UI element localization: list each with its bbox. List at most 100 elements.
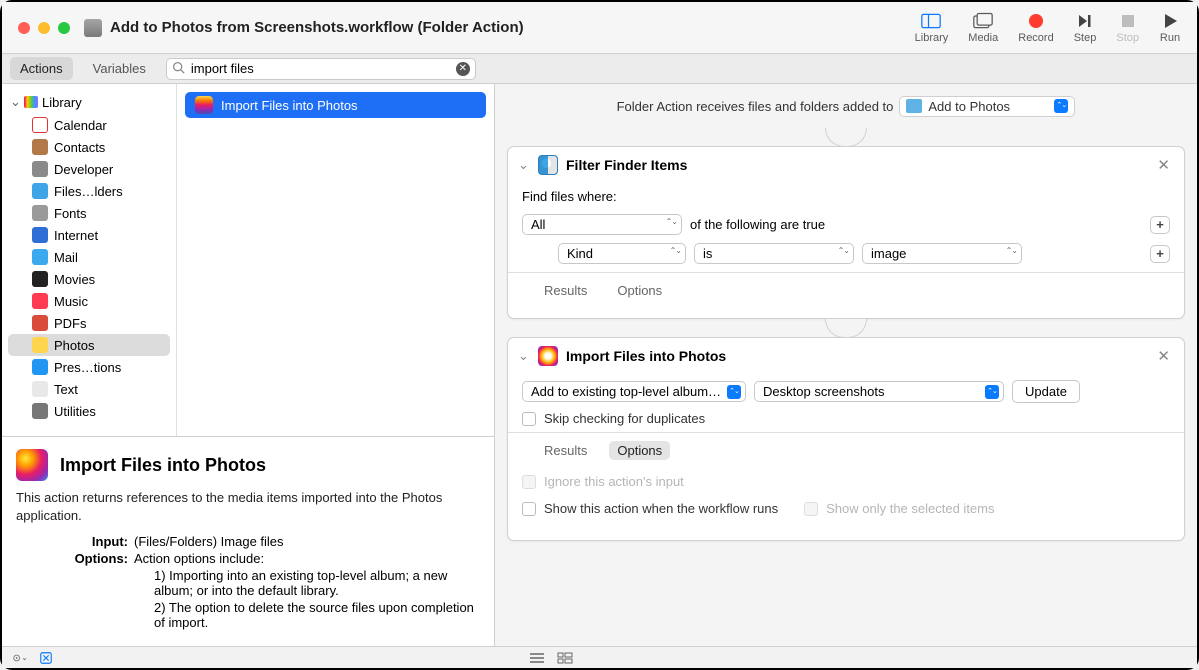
comparison-popup[interactable]: is xyxy=(694,243,854,264)
library-category-fileslders[interactable]: Files…lders xyxy=(2,180,176,202)
info-details: Input: (Files/Folders) Image files Optio… xyxy=(16,534,480,630)
disclosure-triangle-icon[interactable]: ⌄ xyxy=(10,94,20,110)
tab-results[interactable]: Results xyxy=(536,441,595,460)
step-icon xyxy=(1074,12,1096,30)
update-button[interactable]: Update xyxy=(1012,380,1080,403)
category-label: Text xyxy=(54,382,78,397)
finder-app-icon xyxy=(538,155,558,175)
checkbox[interactable] xyxy=(522,502,536,516)
library-tree[interactable]: ⌄ Library Calendar Contacts Developer Files… xyxy=(2,84,177,436)
toolbar-step-button[interactable]: Step xyxy=(1074,12,1097,44)
add-subcondition-button[interactable]: + xyxy=(1150,245,1170,263)
library-category-movies[interactable]: Movies xyxy=(2,268,176,290)
left-column: ⌄ Library Calendar Contacts Developer Files… xyxy=(2,84,495,646)
library-category-fonts[interactable]: Fonts xyxy=(2,202,176,224)
photos-app-icon xyxy=(538,346,558,366)
stop-icon xyxy=(1117,12,1139,30)
category-label: Files…lders xyxy=(54,184,123,199)
checkbox xyxy=(522,475,536,489)
tab-options[interactable]: Options xyxy=(609,281,670,300)
popup-arrows-icon xyxy=(727,385,741,399)
tab-options[interactable]: Options xyxy=(609,441,670,460)
tab-variables[interactable]: Variables xyxy=(83,57,156,80)
status-bar: ⌄ xyxy=(2,646,1197,668)
category-icon xyxy=(32,337,48,353)
action-collapse-toggle[interactable]: ⌄ xyxy=(518,348,530,364)
library-category-contacts[interactable]: Contacts xyxy=(2,136,176,158)
popup-arrows-icon xyxy=(985,385,999,399)
variables-toggle-button[interactable] xyxy=(38,650,54,666)
action-title: Filter Finder Items xyxy=(566,157,1145,173)
workflow-column: Folder Action receives files and folders… xyxy=(495,84,1197,646)
library-category-internet[interactable]: Internet xyxy=(2,224,176,246)
minimize-window-button[interactable] xyxy=(38,22,50,34)
library-category-text[interactable]: Text xyxy=(2,378,176,400)
receives-label: Folder Action receives files and folders… xyxy=(617,99,894,114)
category-label: Mail xyxy=(54,250,78,265)
action-footer-tabs: Results Options xyxy=(522,273,1170,308)
library-category-music[interactable]: Music xyxy=(2,290,176,312)
search-field-wrap: ✕ xyxy=(166,58,476,80)
clear-search-button[interactable]: ✕ xyxy=(456,62,470,76)
action-title: Import Files into Photos xyxy=(566,348,1145,364)
action-remove-button[interactable]: ✕ xyxy=(1153,347,1174,365)
show-selected-checkbox-row: Show only the selected items xyxy=(804,501,994,516)
library-category-prestions[interactable]: Pres…tions xyxy=(2,356,176,378)
toolbar-record-button[interactable]: Record xyxy=(1018,12,1053,44)
titlebar: Add to Photos from Screenshots.workflow … xyxy=(2,2,1197,54)
info-options-intro: Action options include: xyxy=(134,551,480,566)
tab-actions[interactable]: Actions xyxy=(10,57,73,80)
actions-results-list[interactable]: Import Files into Photos xyxy=(177,84,494,436)
category-icon xyxy=(32,315,48,331)
skip-duplicates-checkbox-row[interactable]: Skip checking for duplicates xyxy=(522,411,1170,426)
search-input[interactable] xyxy=(166,58,476,80)
tab-results[interactable]: Results xyxy=(536,281,595,300)
grid-view-button[interactable] xyxy=(557,650,573,666)
library-category-pdfs[interactable]: PDFs xyxy=(2,312,176,334)
action-info-pane: Import Files into Photos This action ret… xyxy=(2,436,494,646)
info-input-value: (Files/Folders) Image files xyxy=(134,534,480,549)
library-category-photos[interactable]: Photos xyxy=(8,334,170,356)
library-category-mail[interactable]: Mail xyxy=(2,246,176,268)
album-name-popup[interactable]: Desktop screenshots xyxy=(754,381,1004,402)
library-category-calendar[interactable]: Calendar xyxy=(2,114,176,136)
album-mode-popup[interactable]: Add to existing top-level album… xyxy=(522,381,746,402)
toolbar-run-button[interactable]: Run xyxy=(1159,12,1181,44)
match-popup[interactable]: All xyxy=(522,214,682,235)
receives-folder-popup[interactable]: Add to Photos xyxy=(899,96,1075,117)
gear-menu-button[interactable]: ⌄ xyxy=(12,650,28,666)
category-label: Calendar xyxy=(54,118,107,133)
sidebar-icon xyxy=(920,12,942,30)
add-condition-button[interactable]: + xyxy=(1150,216,1170,234)
show-when-runs-checkbox-row[interactable]: Show this action when the workflow runs xyxy=(522,501,778,516)
info-option-1: 1) Importing into an existing top-level … xyxy=(134,568,480,598)
checkbox[interactable] xyxy=(522,412,536,426)
library-category-utilities[interactable]: Utilities xyxy=(2,400,176,422)
category-label: Fonts xyxy=(54,206,87,221)
folder-icon xyxy=(906,99,922,113)
library-category-developer[interactable]: Developer xyxy=(2,158,176,180)
action-collapse-toggle[interactable]: ⌄ xyxy=(518,157,530,173)
attribute-popup[interactable]: Kind xyxy=(558,243,686,264)
action-remove-button[interactable]: ✕ xyxy=(1153,156,1174,174)
maximize-window-button[interactable] xyxy=(58,22,70,34)
library-tabs-row: Actions Variables ✕ xyxy=(2,54,1197,84)
list-view-button[interactable] xyxy=(529,650,545,666)
action-filter-finder-items: ⌄ Filter Finder Items ✕ Find files where… xyxy=(507,146,1185,319)
toolbar-media-button[interactable]: Media xyxy=(968,12,998,44)
library-root[interactable]: ⌄ Library xyxy=(2,90,176,114)
category-icon xyxy=(32,271,48,287)
of-following-label: of the following are true xyxy=(690,217,825,232)
info-description: This action returns references to the me… xyxy=(16,489,480,524)
action-result-import-files[interactable]: Import Files into Photos xyxy=(185,92,486,118)
close-window-button[interactable] xyxy=(18,22,30,34)
find-files-label: Find files where: xyxy=(522,189,1170,204)
category-icon xyxy=(32,139,48,155)
value-popup[interactable]: image xyxy=(862,243,1022,264)
category-label: Developer xyxy=(54,162,113,177)
toolbar-library-button[interactable]: Library xyxy=(915,12,949,44)
traffic-lights xyxy=(18,22,70,34)
category-icon xyxy=(32,403,48,419)
folder-action-receives-bar: Folder Action receives files and folders… xyxy=(495,84,1197,128)
play-icon xyxy=(1159,12,1181,30)
